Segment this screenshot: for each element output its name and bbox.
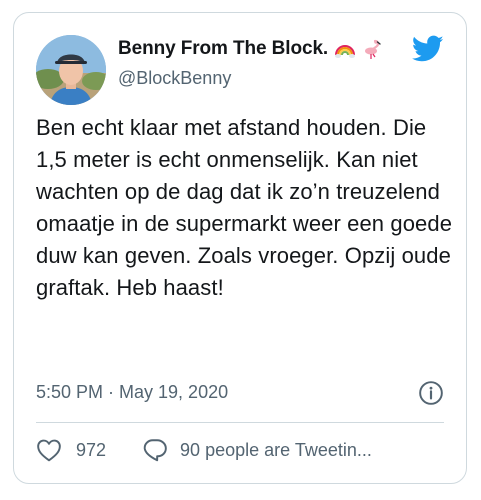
rainbow-emoji bbox=[335, 45, 356, 58]
conversation-button[interactable]: 90 people are Tweetin... bbox=[142, 438, 372, 462]
conversation-label: 90 people are Tweetin... bbox=[180, 439, 372, 460]
like-button[interactable]: 972 bbox=[36, 438, 106, 462]
avatar-photo bbox=[36, 35, 106, 105]
tweet-card[interactable]: Benny From The Block. @BlockBenny Ben ec… bbox=[13, 12, 467, 484]
heart-icon bbox=[37, 439, 61, 462]
tweet-actions: 972 90 people are Tweetin... bbox=[36, 438, 372, 462]
divider bbox=[36, 422, 444, 423]
speech-bubble-icon bbox=[143, 439, 167, 462]
author-name-row[interactable]: Benny From The Block. bbox=[118, 38, 384, 60]
info-icon[interactable] bbox=[418, 380, 444, 406]
like-count: 972 bbox=[76, 439, 107, 460]
display-name[interactable]: Benny From The Block. bbox=[118, 38, 328, 60]
author-handle[interactable]: @BlockBenny bbox=[118, 68, 231, 89]
tweet-timestamp[interactable]: 5:50 PM · May 19, 2020 bbox=[36, 382, 228, 403]
flamingo-emoji bbox=[365, 39, 381, 59]
avatar[interactable] bbox=[36, 35, 106, 105]
twitter-bird-icon[interactable] bbox=[412, 35, 444, 63]
tweet-text: Ben echt klaar met afstand houden. Die 1… bbox=[36, 115, 453, 300]
